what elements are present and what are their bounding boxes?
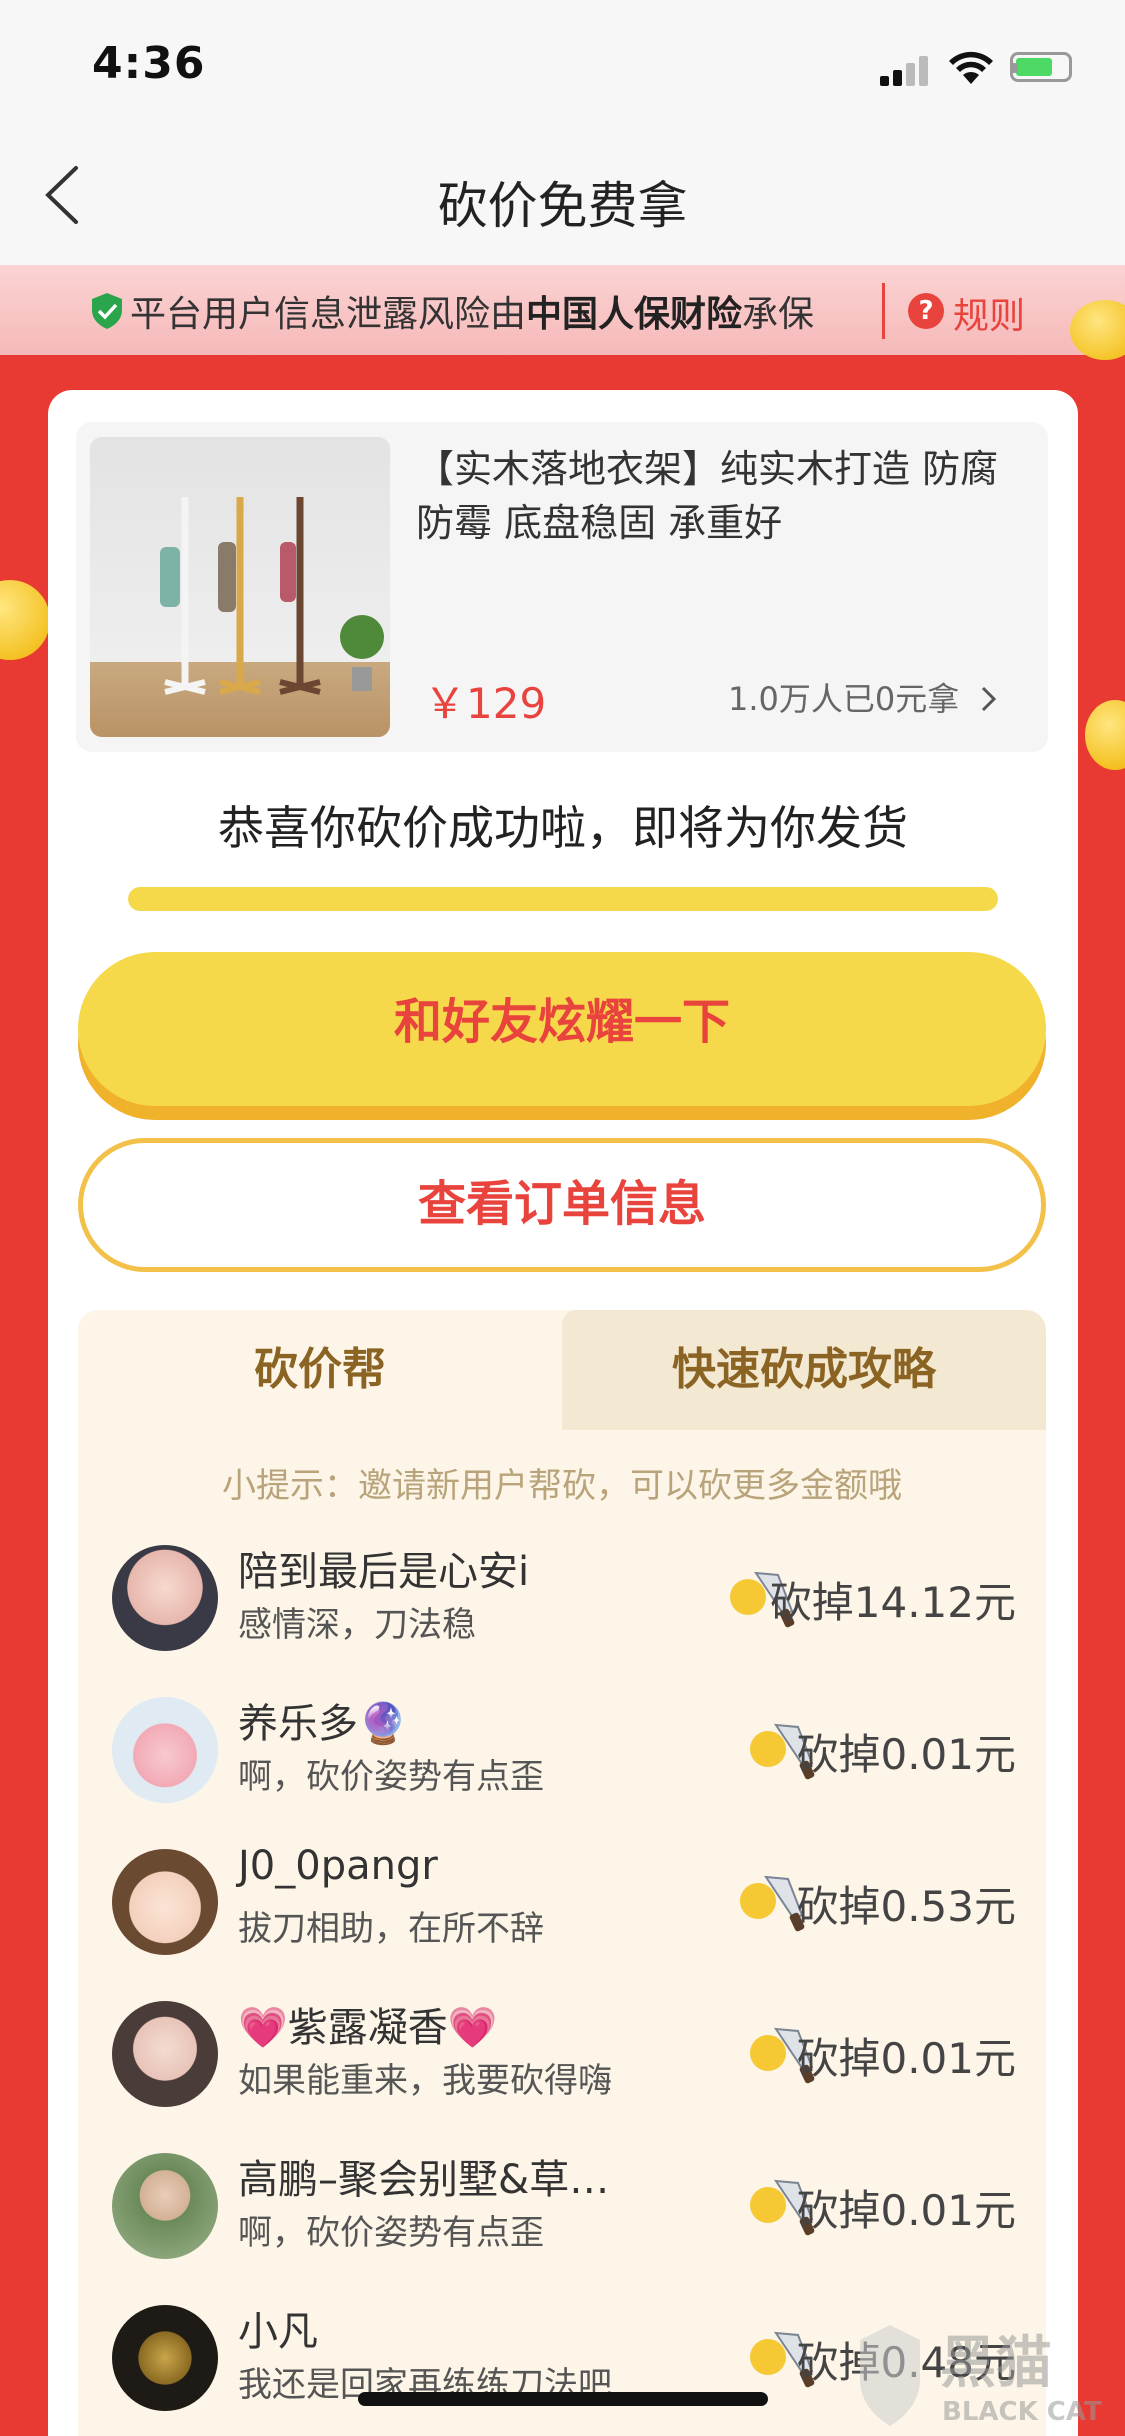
watermark-brand: 黑猫 [940,2331,1052,2396]
black-cat-watermark: 黑猫 BLACK CAT [860,2325,1102,2427]
status-time: 4:36 [92,38,206,89]
avatar [112,1545,218,1651]
helpers-panel: 砍价帮 快速砍成攻略 小提示：邀请新用户帮砍，可以砍更多金额哦 陪到最后是心安i… [78,1310,1046,2436]
insurer-name: 中国人保财险 [526,294,743,335]
helper-name: 💗紫露凝香💗 [238,2005,498,2051]
tip-text: 小提示：邀请新用户帮砍，可以砍更多金额哦 [222,1466,902,1506]
helper-message: 啊，砍价姿势有点歪 [238,2213,544,2253]
view-order-button[interactable]: 查看订单信息 [78,1138,1046,1272]
cut-amount: 砍掉14.12元 [769,1578,1016,1627]
list-item: 陪到最后是心安i 感情深，刀法稳 砍掉14.12元 [78,1525,1046,1675]
wifi-icon [949,51,993,84]
list-item: 💗紫露凝香💗 如果能重来，我要砍得嗨 砍掉0.01元 [78,1981,1046,2131]
helper-name: J0_0pangr [238,1843,438,1889]
shield-check-icon [92,293,122,329]
cut-amount: 砍掉0.53元 [796,1882,1016,1931]
claimed-count-text: 1.0万人已0元拿 [728,680,960,718]
rules-link[interactable]: 规则 [953,287,1025,339]
bargain-card: 【实木落地衣架】纯实木打造 防腐防霉 底盘稳固 承重好 ￥129 1.0万人已0… [48,390,1078,2436]
battery-icon [1010,52,1072,82]
helper-name: 小凡 [238,2309,318,2355]
insurance-banner: 平台用户信息泄露风险由中国人保财险承保 ? 规则 [0,265,1125,355]
coin-decoration [0,580,50,660]
helper-name: 养乐多🔮 [238,1701,408,1747]
progress-bar [128,887,998,911]
list-item: 高鹏–聚会别墅&草… 啊，砍价姿势有点歪 砍掉0.01元 [78,2133,1046,2283]
insurance-prefix: 平台用户信息泄露风险由 [130,294,527,335]
success-message: 恭喜你砍价成功啦，即将为你发货 [218,801,908,855]
coat-rack-illustration [160,497,384,695]
helper-name: 陪到最后是心安i [238,1549,530,1595]
question-icon[interactable]: ? [908,293,944,329]
home-indicator [358,2392,768,2406]
helper-message: 啊，砍价姿势有点歪 [238,1757,544,1797]
avatar [112,2305,218,2411]
progress-fill [128,887,998,911]
helper-message: 感情深，刀法稳 [238,1605,476,1645]
tab-quick-guide[interactable]: 快速砍成攻略 [562,1310,1046,1430]
avatar [112,1849,218,1955]
insurance-suffix: 承保 [742,294,815,335]
cut-amount: 砍掉0.01元 [796,1730,1016,1779]
product-card[interactable]: 【实木落地衣架】纯实木打造 防腐防霉 底盘稳固 承重好 ￥129 1.0万人已0… [76,422,1048,752]
divider [882,283,885,339]
product-image [90,437,390,737]
signal-icon [880,56,932,86]
cut-amount: 砍掉0.01元 [796,2034,1016,2083]
helper-message: 拔刀相助，在所不辞 [238,1909,544,1949]
helper-message: 如果能重来，我要砍得嗨 [238,2061,612,2101]
coin-decoration [1085,700,1125,770]
insurance-text: 平台用户信息泄露风险由中国人保财险承保 [130,285,814,337]
helper-name: 高鹏–聚会别墅&草… [238,2157,610,2203]
claimed-count[interactable]: 1.0万人已0元拿 [728,674,999,720]
avatar [112,2153,218,2259]
page-title: 砍价免费拿 [437,177,688,235]
avatar [112,1697,218,1803]
product-title: 【实木落地衣架】纯实木打造 防腐防霉 底盘稳固 承重好 [416,447,999,545]
share-button[interactable]: 和好友炫耀一下 [78,952,1046,1106]
avatar [112,2001,218,2107]
list-item: 养乐多🔮 啊，砍价姿势有点歪 砍掉0.01元 [78,1677,1046,1827]
chevron-right-icon [982,686,997,712]
tab-bargain-helpers[interactable]: 砍价帮 [78,1310,562,1430]
list-item: J0_0pangr 拔刀相助，在所不辞 砍掉0.53元 [78,1829,1046,1979]
cut-amount: 砍掉0.01元 [796,2186,1016,2235]
watermark-brand-en: BLACK CAT [942,2397,1102,2427]
top-bar: 4:36 砍价免费拿 [0,0,1125,265]
product-price: ￥129 [424,679,547,728]
